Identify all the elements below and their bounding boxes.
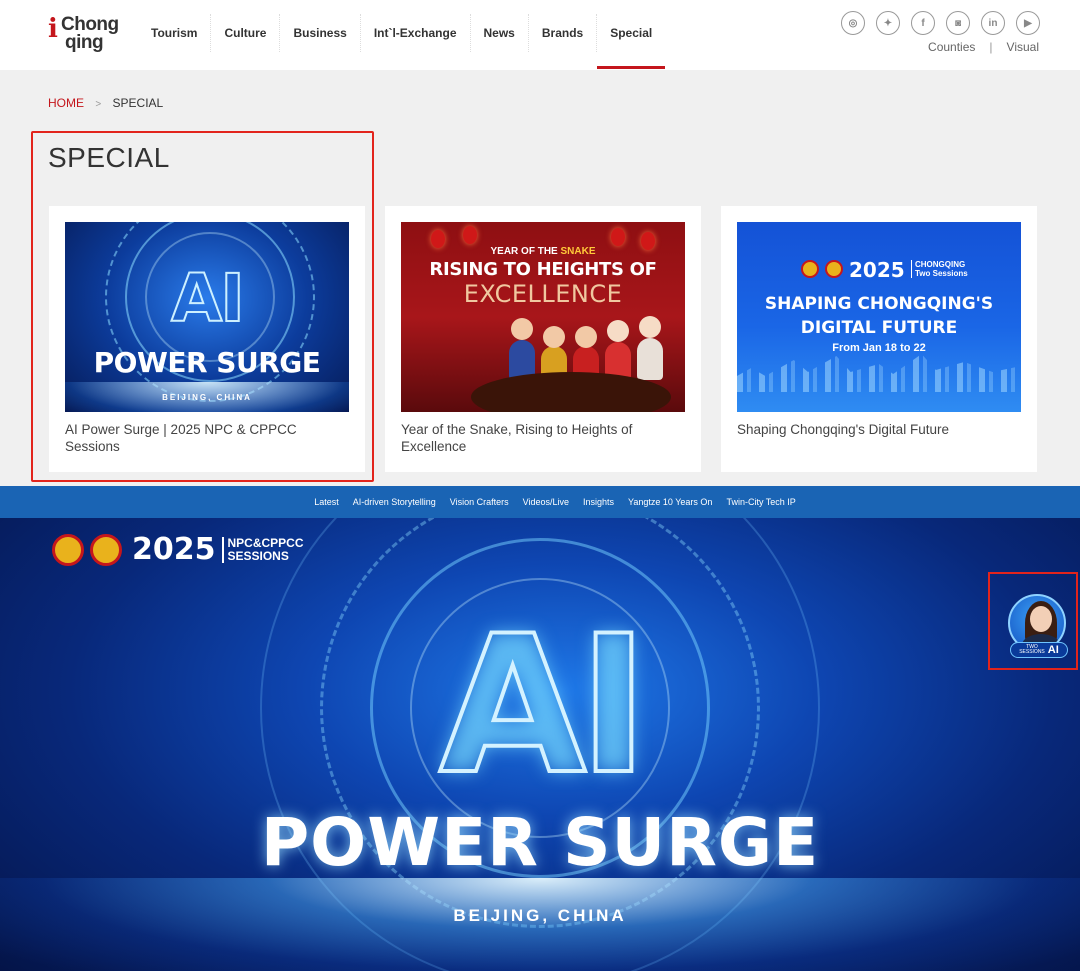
subnav-twin-city[interactable]: Twin-City Tech IP [726,497,795,507]
card-title[interactable]: AI Power Surge | 2025 NPC & CPPCC Sessio… [65,421,349,455]
thumb-dates: From Jan 18 to 22 [832,342,926,354]
wechat-icon[interactable]: ◎ [841,11,865,35]
subnav-latest[interactable]: Latest [314,497,339,507]
twitter-icon[interactable]: ✦ [876,11,900,35]
nav-special[interactable]: Special [597,14,666,69]
card-thumbnail[interactable]: YEAR OF THE SNAKE RISING TO HEIGHTS OF E… [401,222,685,412]
thumb-year: 2025 [849,258,905,282]
subnav-ai-storytelling[interactable]: AI-driven Storytelling [353,497,436,507]
thumb-kicker: YEAR OF THE SNAKE [490,246,596,257]
nav-tourism[interactable]: Tourism [138,14,212,52]
nav-business[interactable]: Business [280,14,361,52]
city-skyline [737,354,1021,392]
hero-headline: POWER SURGE [260,804,820,881]
cppcc-emblem-icon [825,260,843,278]
hero-banner: 2025 NPC&CPPCC SESSIONS AI POWER SURGE BE… [0,518,1080,971]
sessions-badge: 2025 NPC&CPPCC SESSIONS [52,532,304,567]
main-nav: Tourism Culture Business Int`l-Exchange … [138,14,666,70]
card-thumbnail[interactable]: 2025 CHONGQING Two Sessions SHAPING CHONG… [737,222,1021,412]
counties-link[interactable]: Counties [928,40,975,54]
special-card-chongqing-digital-future[interactable]: 2025 CHONGQING Two Sessions SHAPING CHONG… [721,206,1037,472]
subnav-yangtze[interactable]: Yangtze 10 Years On [628,497,712,507]
facebook-icon[interactable]: f [911,11,935,35]
cppcc-emblem-icon [90,533,122,566]
nav-intl-exchange[interactable]: Int`l-Exchange [361,14,471,52]
subnav-videos-live[interactable]: Videos/Live [523,497,569,507]
two-sessions-ai-assistant[interactable]: TWO SESSIONS AI [988,572,1078,670]
thumb-line-2: EXCELLENCE [463,280,623,308]
sublink-separator: | [989,40,993,54]
special-card-year-of-snake[interactable]: YEAR OF THE SNAKE RISING TO HEIGHTS OF E… [385,206,701,472]
subnav-insights[interactable]: Insights [583,497,614,507]
breadcrumb-arrow: > [95,99,102,110]
card-thumbnail[interactable]: AI POWER SURGE BEIJING, CHINA [65,222,349,412]
national-emblem-icon [52,533,84,566]
hero-ai-text: AI [437,595,651,816]
national-emblem-icon [801,260,819,278]
nav-brands[interactable]: Brands [529,14,598,52]
thumb-headline: POWER SURGE [93,346,321,379]
thumb-headline: SHAPING CHONGQING'S DIGITAL FUTURE [764,294,994,338]
social-links: ◎ ✦ f ◙ in ▶ [841,11,1040,35]
thumb-line-1: RISING TO HEIGHTS OF [429,259,657,280]
breadcrumb-home[interactable]: HOME [48,96,84,110]
linkedin-icon[interactable]: in [981,11,1005,35]
thumb-location: BEIJING, CHINA [162,393,252,402]
special-cards: AI POWER SURGE BEIJING, CHINA AI Power S… [49,206,1037,472]
visual-link[interactable]: Visual [1007,40,1039,54]
logo-line-2: qing [65,32,104,53]
breadcrumb: HOME > SPECIAL [48,96,163,110]
assistant-label-small: TWO SESSIONS [1019,644,1045,655]
card-title[interactable]: Shaping Chongqing's Digital Future [737,421,1021,438]
youtube-icon[interactable]: ▶ [1016,11,1040,35]
thumb-ai-text: AI [170,259,246,338]
hero-location: BEIJING, CHINA [453,906,627,925]
nav-culture[interactable]: Culture [211,14,281,52]
topic-subnav: Latest AI-driven Storytelling Vision Cra… [0,486,1080,518]
subnav-vision-crafters[interactable]: Vision Crafters [450,497,509,507]
badge-text: NPC&CPPCC SESSIONS [221,536,304,563]
thumb-tag: CHONGQING Two Sessions [911,260,968,278]
badge-year: 2025 [132,532,216,567]
page-title: SPECIAL [48,142,170,173]
nav-news[interactable]: News [471,14,529,52]
assistant-label-ai: AI [1047,644,1059,656]
assistant-label[interactable]: TWO SESSIONS AI [1010,642,1068,658]
special-card-ai-power-surge[interactable]: AI POWER SURGE BEIJING, CHINA AI Power S… [49,206,365,472]
logo-mark: i [48,14,58,44]
header-sublinks: Counties | Visual [928,40,1039,54]
instagram-icon[interactable]: ◙ [946,11,970,35]
chongqing-logo[interactable]: i Chong qing [48,12,128,56]
breadcrumb-current: SPECIAL [112,96,164,110]
card-title[interactable]: Year of the Snake, Rising to Heights of … [401,421,685,455]
site-header: i Chong qing Tourism Culture Business In… [0,0,1080,70]
